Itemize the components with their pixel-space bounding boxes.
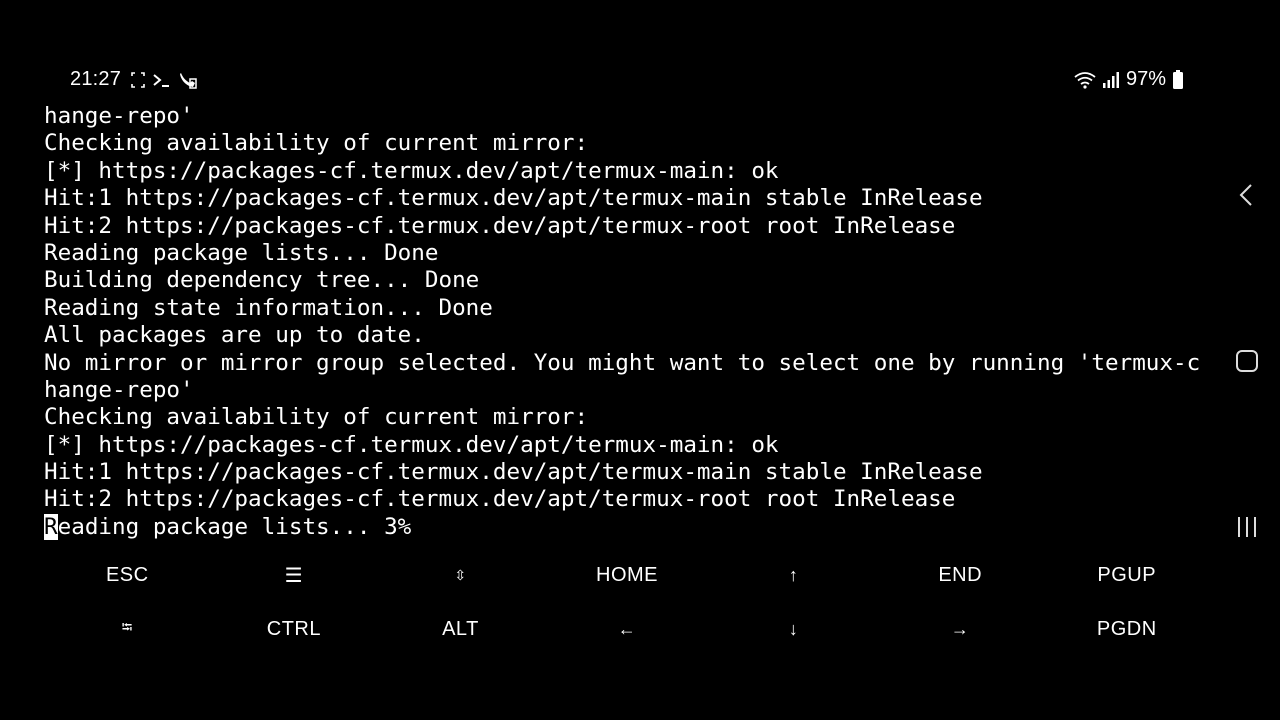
terminal-line: Hit:1 https://packages-cf.termux.dev/apt… [44,459,983,486]
terminal-line: No mirror or mirror group selected. You … [44,349,1201,376]
terminal-line: hange-repo' [44,103,194,129]
terminal-line: [*] https://packages-cf.termux.dev/apt/t… [44,157,779,184]
key-right[interactable]: → [877,602,1044,656]
key-pgup[interactable]: PGUP [1043,548,1210,602]
extra-keys-bar: ESC ☰ ⇳ HOME ↑ END PGUP ⭾ CTRL ALT ← ↓ →… [44,548,1210,658]
system-status-icons: 97% [1074,68,1184,91]
key-esc[interactable]: ESC [44,548,211,602]
terminal-line: Hit:1 https://packages-cf.termux.dev/apt… [44,185,983,212]
extra-keys-row-2: ⭾ CTRL ALT ← ↓ → PGDN [44,602,1210,656]
recents-icon[interactable] [1234,514,1260,540]
key-up[interactable]: ↑ [710,548,877,602]
terminal-line: Hit:2 https://packages-cf.termux.dev/apt… [44,486,956,513]
terminal-line: Building dependency tree... Done [44,267,480,294]
status-time: 21:27 [70,68,122,90]
signal-icon [1102,71,1119,88]
terminal-line: Checking availability of current mirror: [44,404,589,431]
terminal-current-text: eading package lists... 3% [57,513,412,540]
home-icon[interactable] [1234,348,1260,374]
terminal-line: All packages are up to date. [44,322,425,349]
key-pgdn[interactable]: PGDN [1043,602,1210,656]
terminal-line: Checking availability of current mirror: [44,130,589,157]
battery-percent: 97% [1125,68,1166,90]
notification-icons [130,70,198,90]
terminal-icon [153,74,169,87]
terminal-line: Reading package lists... Done [44,239,439,266]
terminal-line: Hit:2 https://packages-cf.termux.dev/apt… [44,212,956,239]
key-down[interactable]: ↓ [710,602,877,656]
battery-icon [1173,69,1183,89]
key-tab[interactable]: ⭾ [44,602,211,656]
terminal-line: [*] https://packages-cf.termux.dev/apt/t… [44,431,779,458]
terminal-cursor: R [44,513,58,540]
status-bar: 21:27 97% [0,66,1280,96]
key-end[interactable]: END [877,548,1044,602]
key-ctrl[interactable]: CTRL [211,602,378,656]
terminal-current-line: Reading package lists... 3% [44,513,1214,541]
terminal-line: hange-repo' [44,376,194,403]
key-keyboard-toggle[interactable]: ⇳ [377,548,544,602]
wifi-icon [1074,71,1096,89]
screenshot-icon [131,72,145,88]
extra-keys-row-1: ESC ☰ ⇳ HOME ↑ END PGUP [44,548,1210,602]
key-left[interactable]: ← [544,602,711,656]
terminal-output[interactable]: hange-repo' Checking availability of cur… [44,103,1214,548]
back-icon[interactable] [1234,182,1260,208]
key-home[interactable]: HOME [544,548,711,602]
key-alt[interactable]: ALT [377,602,544,656]
terminal-line: Reading state information... Done [44,294,493,321]
key-menu[interactable]: ☰ [211,548,378,602]
wifi-calling-icon [180,73,197,89]
